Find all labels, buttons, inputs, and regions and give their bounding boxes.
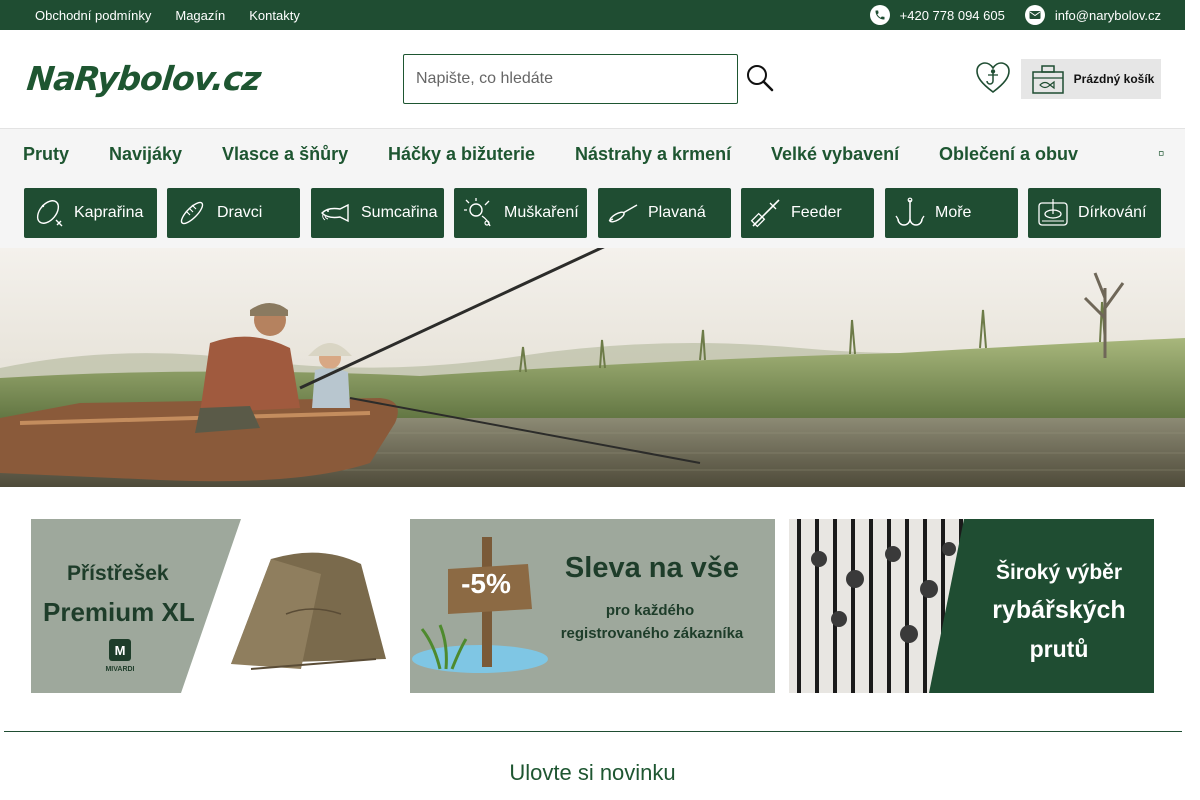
category-kaprarina[interactable]: Kaprařina (24, 188, 157, 238)
category-label: Muškaření (504, 204, 579, 221)
phone-icon (869, 5, 890, 25)
nav-item-pruty[interactable]: Pruty (23, 144, 69, 165)
category-label: Sumcařina (361, 204, 438, 221)
sea-hook-icon (894, 197, 926, 229)
category-label: Moře (935, 204, 972, 221)
banner-rods-line1: Široký výběr (996, 560, 1122, 584)
wishlist-button[interactable] (974, 60, 1012, 96)
site-header: NaRybolov.cz Prázdný košík (0, 30, 1185, 128)
feeder-icon (750, 197, 782, 229)
email-address: info@narybolov.cz (1054, 7, 1161, 23)
tackle-box-icon (1032, 65, 1064, 94)
search-icon (747, 65, 774, 92)
category-more[interactable]: Moře (885, 188, 1018, 238)
search-button[interactable] (742, 60, 778, 96)
search-input[interactable] (403, 54, 738, 104)
banner-discount-headline: Sleva na vše (565, 552, 739, 584)
email-contact[interactable]: info@narybolov.cz (1024, 5, 1161, 25)
banner-discount-sub2: registrovaného zákazníka (561, 625, 744, 642)
hero-banner[interactable] (0, 248, 1185, 487)
phone-contact[interactable]: +420 778 094 605 (869, 5, 1005, 25)
nav-item-vlasce[interactable]: Vlasce a šňůry (222, 144, 348, 165)
banner-shelter-line2: Premium XL (43, 597, 195, 627)
category-sumcarina[interactable]: Sumcařina (311, 188, 444, 238)
svg-text:M: M (115, 643, 126, 658)
category-feeder[interactable]: Feeder (741, 188, 874, 238)
contact-info: +420 778 094 605 info@narybolov.cz (869, 5, 1161, 25)
fly-fishing-icon (463, 197, 495, 229)
category-dirkovani[interactable]: Dírkování (1028, 188, 1161, 238)
discount-badge: -5% (461, 568, 511, 599)
link-terms[interactable]: Obchodní podmínky (35, 8, 151, 23)
cart-label: Prázdný košík (1073, 72, 1155, 86)
link-contacts[interactable]: Kontakty (249, 8, 300, 23)
heart-hook-icon (976, 62, 1010, 94)
category-label: Feeder (791, 204, 842, 221)
catfish-icon (320, 197, 352, 229)
nav-item-nastrahy[interactable]: Nástrahy a krmení (575, 144, 731, 165)
category-plavana[interactable]: Plavaná (598, 188, 731, 238)
banner-shelter[interactable]: Přístřešek Premium XL M MIVARDI (31, 519, 396, 693)
nav-item-velke-vybaveni[interactable]: Velké vybavení (771, 144, 899, 165)
cart-button[interactable]: Prázdný košík (1021, 59, 1161, 99)
mail-icon (1024, 5, 1045, 25)
category-dravci[interactable]: Dravci (167, 188, 300, 238)
predator-fish-icon (176, 197, 208, 229)
banner-rods-line3: prutů (1030, 636, 1089, 662)
site-logo[interactable]: NaRybolov.cz (25, 58, 264, 100)
banner-shelter-line1: Přístřešek (67, 562, 169, 585)
banner-discount-sub1: pro každého (606, 602, 694, 619)
hero-fishing-scene (0, 248, 1185, 487)
section-divider (4, 731, 1182, 732)
main-nav: Pruty Navijáky Vlasce a šňůry Háčky a bi… (0, 128, 1185, 178)
banner-discount[interactable]: -5% Sleva na vše pro každého registrovan… (410, 519, 775, 693)
ice-fishing-icon (1037, 197, 1069, 229)
nav-more-icon[interactable]: ▫ (1158, 143, 1164, 164)
nav-item-hacky[interactable]: Háčky a bižuterie (388, 144, 535, 165)
category-muskareni[interactable]: Muškaření (454, 188, 587, 238)
phone-number: +420 778 094 605 (899, 7, 1005, 23)
category-label: Dravci (217, 204, 263, 221)
banner-shelter-brand: MIVARDI (105, 666, 134, 673)
banner-rods-line2: rybářských (992, 596, 1125, 624)
category-label: Dírkování (1078, 204, 1147, 221)
nav-item-navijaky[interactable]: Navijáky (109, 144, 182, 165)
category-bar: Kaprařina Dravci Sumcařina Muškaření Pla… (0, 178, 1185, 248)
top-links: Obchodní podmínky Magazín Kontakty (35, 8, 300, 23)
category-label: Kaprařina (74, 204, 144, 221)
top-bar: Obchodní podmínky Magazín Kontakty +420 … (0, 0, 1185, 30)
category-label: Plavaná (648, 204, 706, 221)
float-icon (607, 197, 639, 229)
section-title: Ulovte si novinku (509, 760, 676, 785)
nav-item-obleceni[interactable]: Oblečení a obuv (939, 144, 1078, 165)
link-magazine[interactable]: Magazín (175, 8, 225, 23)
carp-icon (33, 197, 65, 229)
banner-rods[interactable]: Široký výběr rybářských prutů (789, 519, 1154, 693)
